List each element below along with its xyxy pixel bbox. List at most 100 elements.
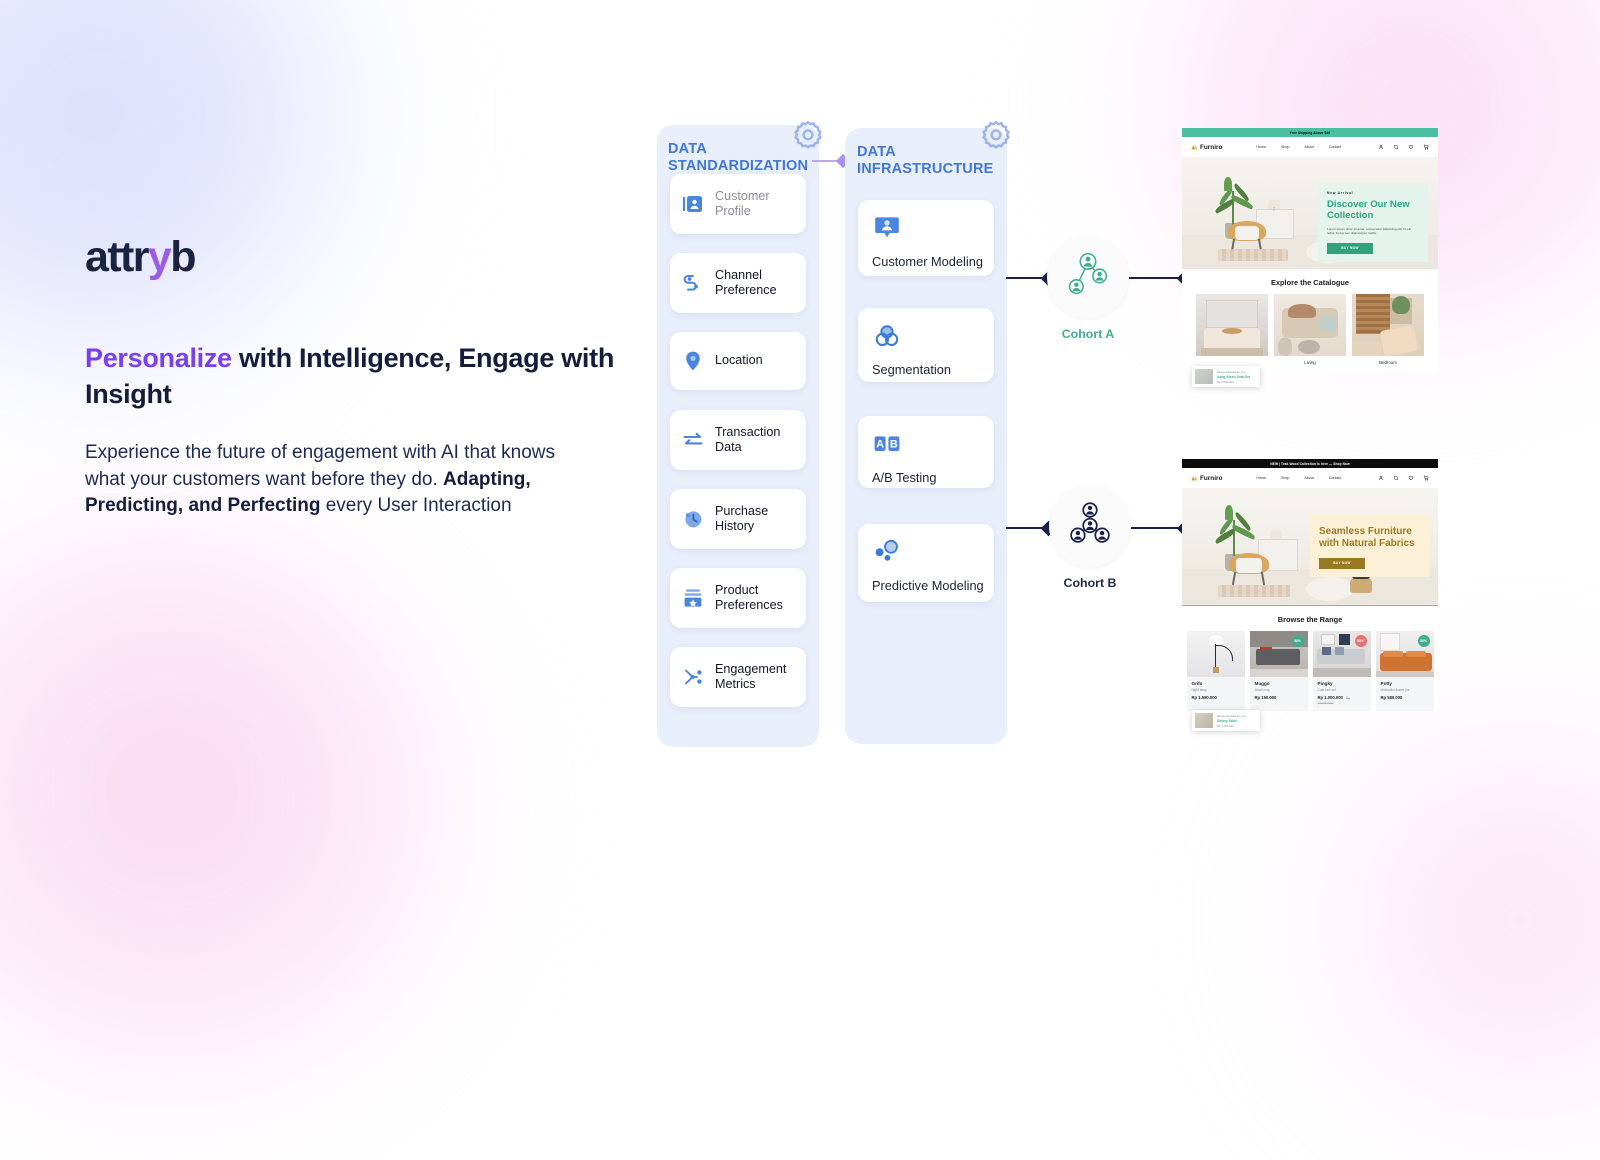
search-icon[interactable] [1393, 475, 1399, 481]
furniro-logo-icon [1191, 145, 1198, 150]
network-users-icon [1059, 246, 1117, 309]
product-desc: Minimalist flower pot [1380, 688, 1410, 692]
card-label-customer-modeling: Customer Modeling [872, 254, 983, 269]
card-channel-preference[interactable]: Channel Preference [670, 253, 806, 313]
product-badge: 50% [1417, 635, 1430, 647]
hero-description: Experience the future of engagement with… [85, 440, 585, 519]
card-predictive-modeling[interactable]: Predictive Modeling [858, 524, 994, 602]
catalogue-caption-bedroom: Bedroom [1379, 360, 1397, 365]
product-name: Grifo [1191, 681, 1203, 686]
mockup-b-nav-icons[interactable] [1378, 475, 1429, 481]
heart-icon[interactable] [1408, 144, 1414, 150]
mockup-a-recommendation-tooltip[interactable]: Recommended for you Aidig Steen Sofa Set… [1192, 366, 1260, 387]
mockup-b-recommendation-tooltip[interactable]: Recommended for you Dining Table Rp 7.00… [1192, 710, 1260, 731]
catalogue-item-bedroom[interactable]: Bedroom [1352, 294, 1424, 365]
product-desc: Cute bed set [1317, 688, 1336, 692]
brand-logo-part2: b [170, 233, 196, 281]
mockup-a-nav-icons[interactable] [1378, 144, 1429, 150]
product-info: Grifo Night lamp Rp 1.580.000 [1187, 677, 1245, 706]
cart-icon[interactable] [1423, 144, 1429, 150]
mockup-a-hero-image: New Arrival Discover Our New Collection … [1182, 157, 1438, 269]
mockup-b-section-title: Browse the Range [1277, 615, 1343, 624]
catalogue-item-living[interactable]: Living [1274, 294, 1346, 365]
brand-logo: attryb [85, 236, 645, 279]
nav-link-shop[interactable]: Shop [1281, 476, 1289, 480]
user-pin-icon [872, 213, 902, 243]
furniro-logo-icon [1191, 476, 1198, 481]
nav-link-about[interactable]: About [1304, 145, 1313, 149]
brand-logo-part1: attr [85, 233, 149, 281]
account-icon[interactable] [1378, 144, 1384, 150]
mockup-a-brand-text: Furniro [1200, 143, 1223, 151]
mockup-b-brand[interactable]: Furniro [1191, 475, 1222, 482]
product-name: Potty [1380, 681, 1392, 686]
card-purchase-history[interactable]: Purchase History [670, 489, 806, 549]
mockup-cohort-a[interactable]: Free Shipping Above $49 Furniro Home Sho… [1182, 128, 1438, 387]
card-label-engagement-metrics: Engagement Metrics [715, 661, 787, 691]
recommendation-eyebrow: Recommended for you [1217, 369, 1246, 374]
nav-link-home[interactable]: Home [1256, 476, 1266, 480]
column-data-infrastructure: DATA INFRASTRUCTURE Customer Modeling Se… [845, 128, 1007, 744]
search-icon[interactable] [1393, 144, 1399, 150]
channel-nodes-icon [680, 270, 706, 296]
card-engagement-metrics[interactable]: Engagement Metrics [670, 647, 806, 707]
nav-link-home[interactable]: Home [1256, 145, 1266, 149]
recommendation-eyebrow: Recommended for you [1217, 713, 1246, 718]
card-customer-modeling[interactable]: Customer Modeling [858, 200, 994, 276]
card-label-channel-preference: Channel Preference [715, 267, 777, 297]
cohort-a-circle [1047, 236, 1129, 318]
mockup-b-hero-title: Seamless Furniture with Natural Fabrics [1319, 526, 1415, 549]
venn-circles-icon [872, 321, 902, 351]
card-customer-profile[interactable]: Customer Profile [670, 174, 806, 234]
nav-link-about[interactable]: About [1304, 476, 1313, 480]
starred-box-icon [680, 585, 706, 611]
product-info: Potty Minimalist flower pot Rp 580.000 [1376, 677, 1434, 706]
product-desc: Small mug [1254, 688, 1270, 692]
recommendation-price: Rp 9.000.000 [1217, 379, 1234, 384]
nav-link-contact[interactable]: Contact [1329, 145, 1341, 149]
product-card[interactable]: 50% Potty Minimalist flower pot Rp 580.0… [1375, 631, 1434, 711]
product-badge: 50% [1354, 635, 1367, 647]
mockup-a-hero-eyebrow: New Arrival [1327, 191, 1354, 195]
product-card[interactable]: 50% Muggo Small mug Rp 150.000 [1249, 631, 1308, 711]
nav-link-contact[interactable]: Contact [1329, 476, 1341, 480]
card-ab-testing[interactable]: A B A/B Testing [858, 416, 994, 488]
card-segmentation[interactable]: Segmentation [858, 308, 994, 382]
product-card[interactable]: 50% Pingky Cute bed set Rp 1.000.000 Rp 1… [1312, 631, 1371, 711]
gear-icon [977, 116, 1015, 154]
product-card[interactable]: Grifo Night lamp Rp 1.580.000 [1186, 631, 1245, 711]
svg-text:B: B [890, 438, 898, 450]
hero-description-part2: every User Interaction [320, 495, 512, 517]
card-label-product-preferences: Product Preferences [715, 582, 783, 612]
cart-icon[interactable] [1423, 475, 1429, 481]
mockup-a-hero-cta[interactable]: BUY NOW [1327, 242, 1373, 254]
product-price: Rp 580.000 [1380, 695, 1403, 700]
mockup-cohort-b[interactable]: NEW | Teak Wood Collection is here — Sho… [1182, 459, 1438, 731]
card-product-preferences[interactable]: Product Preferences [670, 568, 806, 628]
mockup-b-hero-cta[interactable]: BUY NOW [1319, 557, 1365, 569]
cohort-a-group[interactable]: Cohort A [1047, 236, 1129, 341]
page-title: Personalize with Intelligence, Engage wi… [85, 341, 645, 412]
recommendation-thumbnail [1195, 369, 1213, 384]
mockup-a-brand[interactable]: Furniro [1191, 144, 1222, 151]
nav-link-shop[interactable]: Shop [1281, 145, 1289, 149]
catalogue-item-dining[interactable]: Dining [1196, 294, 1268, 365]
mockup-a-browser: Free Shipping Above $49 Furniro Home Sho… [1182, 128, 1438, 387]
mockup-b-nav-links[interactable]: Home Shop About Contact [1256, 476, 1341, 480]
card-transaction-data[interactable]: Transaction Data [670, 410, 806, 470]
product-info: Muggo Small mug Rp 150.000 [1250, 677, 1308, 706]
recommendation-title: Aidig Steen Sofa Set [1217, 374, 1251, 379]
recommendation-thumbnail [1195, 713, 1213, 728]
exchange-arrows-icon [680, 427, 706, 453]
account-icon[interactable] [1378, 475, 1384, 481]
mockup-b-hero-image: Seamless Furniture with Natural Fabrics … [1182, 488, 1438, 606]
cohort-b-group[interactable]: Cohort B [1049, 485, 1131, 590]
product-price: Rp 150.000 [1254, 695, 1277, 700]
mockup-a-nav-links[interactable]: Home Shop About Contact [1256, 145, 1341, 149]
mockup-a-section-title: Explore the Catalogue [1270, 278, 1350, 287]
product-info: Pingky Cute bed set Rp 1.000.000 Rp 14.00… [1313, 677, 1371, 711]
card-location[interactable]: Location [670, 332, 806, 390]
mockup-a-announcement-text: Free Shipping Above $49 [1289, 130, 1331, 135]
heart-icon[interactable] [1408, 475, 1414, 481]
mockup-b-navbar: Furniro Home Shop About Contact [1182, 468, 1438, 488]
